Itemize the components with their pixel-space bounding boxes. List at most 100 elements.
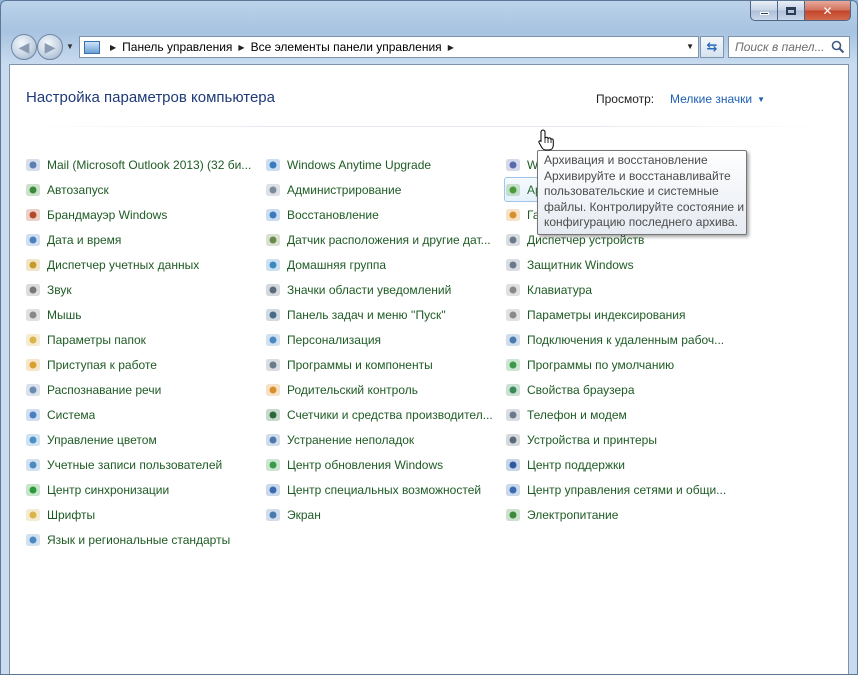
tooltip-line: Архивируйте и восстанавливайте bbox=[544, 168, 731, 183]
control-panel-item[interactable]: Windows Anytime Upgrade bbox=[265, 152, 497, 177]
control-panel-item[interactable]: Устройства и принтеры bbox=[505, 427, 737, 452]
back-button[interactable]: ◀ bbox=[11, 34, 37, 60]
control-panel-item-label: Брандмауэр Windows bbox=[47, 207, 168, 222]
control-panel-item[interactable]: Шрифты bbox=[25, 502, 257, 527]
control-panel-item[interactable]: Центр поддержки bbox=[505, 452, 737, 477]
admin-tools-icon bbox=[265, 182, 281, 198]
control-panel-item[interactable]: Система bbox=[25, 402, 257, 427]
control-panel-item[interactable]: Параметры индексирования bbox=[505, 302, 737, 327]
recent-pages-dropdown[interactable]: ▼ bbox=[66, 42, 74, 51]
refresh-icon: ⇆ bbox=[706, 39, 718, 54]
control-panel-item[interactable]: Центр синхронизации bbox=[25, 477, 257, 502]
search-icon[interactable] bbox=[831, 40, 845, 54]
breadcrumb-all-items[interactable]: Все элементы панели управления bbox=[251, 40, 442, 54]
control-panel-item-label: Защитник Windows bbox=[527, 257, 634, 272]
address-bar[interactable]: ▶ Панель управления ▶ Все элементы панел… bbox=[79, 36, 699, 58]
control-panel-item-label: Параметры папок bbox=[47, 332, 146, 347]
control-panel-item[interactable]: Подключения к удаленным рабоч... bbox=[505, 327, 737, 352]
navigation-bar: ◀ ▶ ▼ ▶ Панель управления ▶ Все элементы… bbox=[9, 31, 850, 63]
minimize-button[interactable] bbox=[750, 1, 778, 21]
control-panel-item[interactable]: Брандмауэр Windows bbox=[25, 202, 257, 227]
control-panel-item[interactable]: Домашняя группа bbox=[265, 252, 497, 277]
taskbar-icon bbox=[265, 307, 281, 323]
control-panel-item[interactable]: Звук bbox=[25, 277, 257, 302]
control-panel-item[interactable]: Учетные записи пользователей bbox=[25, 452, 257, 477]
control-panel-item-label: Программы и компоненты bbox=[287, 357, 433, 372]
system-icon bbox=[25, 407, 41, 423]
control-panel-item-label: Шрифты bbox=[47, 507, 96, 522]
homegroup-icon bbox=[265, 257, 281, 273]
search-box[interactable]: Поиск в панел... bbox=[728, 36, 850, 58]
control-panel-item-label: Дата и время bbox=[47, 232, 122, 247]
control-panel-item[interactable]: Центр специальных возможностей bbox=[265, 477, 497, 502]
control-panel-item[interactable]: Родительский контроль bbox=[265, 377, 497, 402]
control-panel-item-label: Телефон и модем bbox=[527, 407, 627, 422]
firewall-icon bbox=[25, 207, 41, 223]
control-panel-item-label: Домашняя группа bbox=[287, 257, 387, 272]
control-panel-item[interactable]: Экран bbox=[265, 502, 497, 527]
control-panel-item[interactable]: Параметры папок bbox=[25, 327, 257, 352]
notification-icon bbox=[265, 282, 281, 298]
control-panel-item-label: Мышь bbox=[47, 307, 82, 322]
control-panel-item[interactable]: Центр управления сетями и общи... bbox=[505, 477, 737, 502]
fonts-icon bbox=[25, 507, 41, 523]
refresh-button[interactable]: ⇆ bbox=[700, 36, 724, 58]
control-panel-item[interactable]: Mail (Microsoft Outlook 2013) (32 би... bbox=[25, 152, 257, 177]
chevron-down-icon[interactable]: ▼ bbox=[757, 95, 765, 104]
control-panel-item[interactable]: Защитник Windows bbox=[505, 252, 737, 277]
view-mode-select[interactable]: Мелкие значки ▼ bbox=[670, 92, 765, 106]
microphone-icon bbox=[25, 382, 41, 398]
close-button[interactable]: ✕ bbox=[805, 1, 851, 21]
credential-icon bbox=[25, 257, 41, 273]
control-panel-item[interactable]: Мышь bbox=[25, 302, 257, 327]
phone-icon bbox=[505, 407, 521, 423]
control-panel-item[interactable]: Язык и региональные стандарты bbox=[25, 527, 257, 552]
maximize-button[interactable] bbox=[778, 1, 805, 21]
remote-desktop-icon bbox=[505, 332, 521, 348]
control-panel-item[interactable]: Счетчики и средства производител... bbox=[265, 402, 497, 427]
control-panel-item[interactable]: Датчик расположения и другие дат... bbox=[265, 227, 497, 252]
breadcrumb-separator-icon[interactable]: ▶ bbox=[110, 43, 116, 52]
parental-control-icon bbox=[265, 382, 281, 398]
sensor-icon bbox=[265, 232, 281, 248]
mouse-icon bbox=[25, 307, 41, 323]
view-mode-value[interactable]: Мелкие значки bbox=[670, 92, 752, 106]
recovery-icon bbox=[265, 207, 281, 223]
control-panel-item[interactable]: Дата и время bbox=[25, 227, 257, 252]
control-panel-item[interactable]: Персонализация bbox=[265, 327, 497, 352]
control-panel-item[interactable]: Распознавание речи bbox=[25, 377, 257, 402]
control-panel-item[interactable]: Администрирование bbox=[265, 177, 497, 202]
control-panel-item[interactable]: Панель задач и меню ''Пуск'' bbox=[265, 302, 497, 327]
control-panel-item-label: Центр управления сетями и общи... bbox=[527, 482, 727, 497]
control-panel-item[interactable]: Электропитание bbox=[505, 502, 737, 527]
breadcrumb-separator-icon[interactable]: ▶ bbox=[238, 43, 244, 52]
control-panel-item[interactable]: Диспетчер учетных данных bbox=[25, 252, 257, 277]
getting-started-icon bbox=[25, 357, 41, 373]
breadcrumb-separator-icon[interactable]: ▶ bbox=[448, 43, 454, 52]
control-panel-item-label: Параметры индексирования bbox=[527, 307, 686, 322]
back-arrow-icon: ◀ bbox=[18, 38, 30, 55]
view-label: Просмотр: bbox=[596, 92, 655, 106]
control-panel-item-label: Значки области уведомлений bbox=[287, 282, 452, 297]
control-panel-item-label: Управление цветом bbox=[47, 432, 157, 447]
control-panel-item[interactable]: Телефон и модем bbox=[505, 402, 737, 427]
tooltip-line: пользовательские и системные bbox=[544, 184, 719, 198]
control-panel-item[interactable]: Программы и компоненты bbox=[265, 352, 497, 377]
control-panel-item[interactable]: Автозапуск bbox=[25, 177, 257, 202]
control-panel-item-label: Звук bbox=[47, 282, 72, 297]
control-panel-item[interactable]: Центр обновления Windows bbox=[265, 452, 497, 477]
hand-cursor-icon bbox=[538, 129, 554, 151]
control-panel-item[interactable]: Устранение неполадок bbox=[265, 427, 497, 452]
forward-button[interactable]: ▶ bbox=[37, 34, 63, 60]
address-history-dropdown[interactable]: ▼ bbox=[686, 42, 694, 51]
control-panel-item[interactable]: Значки области уведомлений bbox=[265, 277, 497, 302]
control-panel-item-label: Система bbox=[47, 407, 96, 422]
control-panel-item[interactable]: Программы по умолчанию bbox=[505, 352, 737, 377]
control-panel-item[interactable]: Управление цветом bbox=[25, 427, 257, 452]
control-panel-item[interactable]: Приступая к работе bbox=[25, 352, 257, 377]
control-panel-item[interactable]: Восстановление bbox=[265, 202, 497, 227]
control-panel-item-label: Центр поддержки bbox=[527, 457, 625, 472]
control-panel-item[interactable]: Клавиатура bbox=[505, 277, 737, 302]
breadcrumb-control-panel[interactable]: Панель управления bbox=[122, 40, 232, 54]
control-panel-item[interactable]: Свойства браузера bbox=[505, 377, 737, 402]
